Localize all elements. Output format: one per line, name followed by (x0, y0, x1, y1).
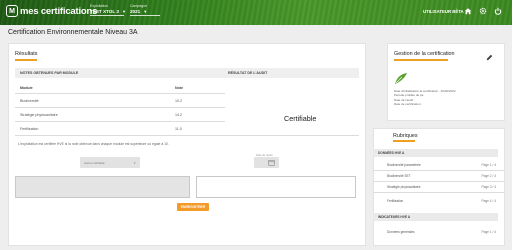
comment-textarea[interactable] (15, 176, 190, 198)
chevron-down-icon: ▼ (121, 9, 126, 14)
campagne-value: 2021 (130, 9, 141, 14)
exploitation-label: Exploitation (90, 4, 109, 8)
app-logo[interactable]: M mes certifications (6, 5, 97, 17)
rubriques-title-underline (393, 140, 415, 142)
rubrique-item[interactable]: Fertilisation Page 4 / 4 (373, 195, 498, 206)
col-result-header: RÉSULTAT DE L'AUDIT (228, 71, 268, 75)
rubrique-item-page: Page 4 / 4 (481, 199, 496, 203)
table-row-note: 11.0 (175, 127, 182, 131)
rubrique-item-label: Biodiversité SET (387, 174, 411, 178)
table-row-module: Fertilisation (20, 127, 39, 131)
top-bar: M mes certifications Exploitation TEST X… (0, 0, 512, 25)
rubrique-item-label: Données générales (387, 230, 415, 234)
power-icon[interactable] (494, 7, 502, 15)
table-row-module: Stratégie phytosanitaire (20, 113, 58, 117)
rubrique-item-label: Stratégie phytosanitaire (387, 185, 421, 189)
management-title: Gestion de la certification (394, 51, 455, 57)
logo-badge: M (6, 5, 18, 17)
management-line: Date de certification : (394, 101, 423, 106)
rubrique-item[interactable]: Données générales Page 1 / 4 (373, 226, 498, 237)
rubrique-item-page: Page 2 / 4 (481, 174, 496, 178)
table-row-module: Biodiversité (20, 99, 39, 103)
calendar-icon[interactable] (268, 159, 275, 166)
module-subheader: Module (20, 86, 33, 90)
edit-icon[interactable] (486, 54, 493, 61)
rubriques-title: Rubriques (393, 133, 418, 139)
audit-date-field[interactable] (254, 157, 279, 168)
campagne-select[interactable]: Campagne 2021 ▼ (130, 4, 160, 16)
settings-icon[interactable] (479, 7, 487, 15)
col-notes-header: NOTES OBTENUES PAR MODULE (20, 71, 79, 75)
exploitation-value: TEST XTOL 3 (90, 9, 119, 14)
table-row-note: 10.2 (175, 99, 182, 103)
rubrique-group-header: DONNÉES HVE A (373, 149, 498, 157)
results-title-underline (15, 59, 37, 61)
rubrique-group-header: INDICATEURS HVE A (373, 213, 498, 221)
certificate-select-value: Aucun certificat (84, 161, 105, 165)
page-title: Certification Environnementale Niveau 3A (8, 29, 138, 36)
exploitation-select[interactable]: Exploitation TEST XTOL 3 ▼ (90, 4, 126, 16)
table-row-note: 14.2 (175, 113, 182, 117)
results-title: Résultats (15, 51, 38, 57)
chevron-down-icon: ▼ (143, 9, 148, 14)
note-subheader: Note (175, 86, 183, 90)
rubrique-item-label: Biodiversité paramétrée (387, 163, 421, 167)
app-name: mes certifications (20, 5, 98, 17)
management-info: Date d'initialisation la certification :… (394, 89, 456, 106)
rubrique-item-page: Page 1 / 4 (481, 230, 496, 234)
chevron-down-icon: ▾ (134, 161, 136, 165)
home-icon[interactable] (464, 7, 472, 15)
hve-logo-icon (395, 73, 407, 84)
user-menu[interactable]: UTILISATEUR BÊTA (423, 9, 464, 14)
rubrique-item[interactable]: Biodiversité SET Page 2 / 4 (373, 170, 498, 181)
rubrique-item-label: Fertilisation (387, 199, 404, 203)
save-button[interactable]: ENREGISTRER (177, 203, 209, 211)
campagne-label: Campagne (130, 4, 148, 8)
rubrique-item[interactable]: Stratégie phytosanitaire Page 3 / 4 (373, 181, 498, 192)
certification-rule-note: L'exploitation est certifiée HVE si la n… (18, 142, 169, 146)
rubrique-item-page: Page 3 / 4 (481, 185, 496, 189)
management-title-underline (394, 59, 448, 61)
audit-result: Certifiable (284, 114, 317, 123)
rubrique-item[interactable]: Biodiversité paramétrée Page 1 / 4 (373, 159, 498, 170)
rubrique-item-page: Page 1 / 4 (481, 163, 496, 167)
observation-textarea[interactable] (196, 176, 356, 198)
